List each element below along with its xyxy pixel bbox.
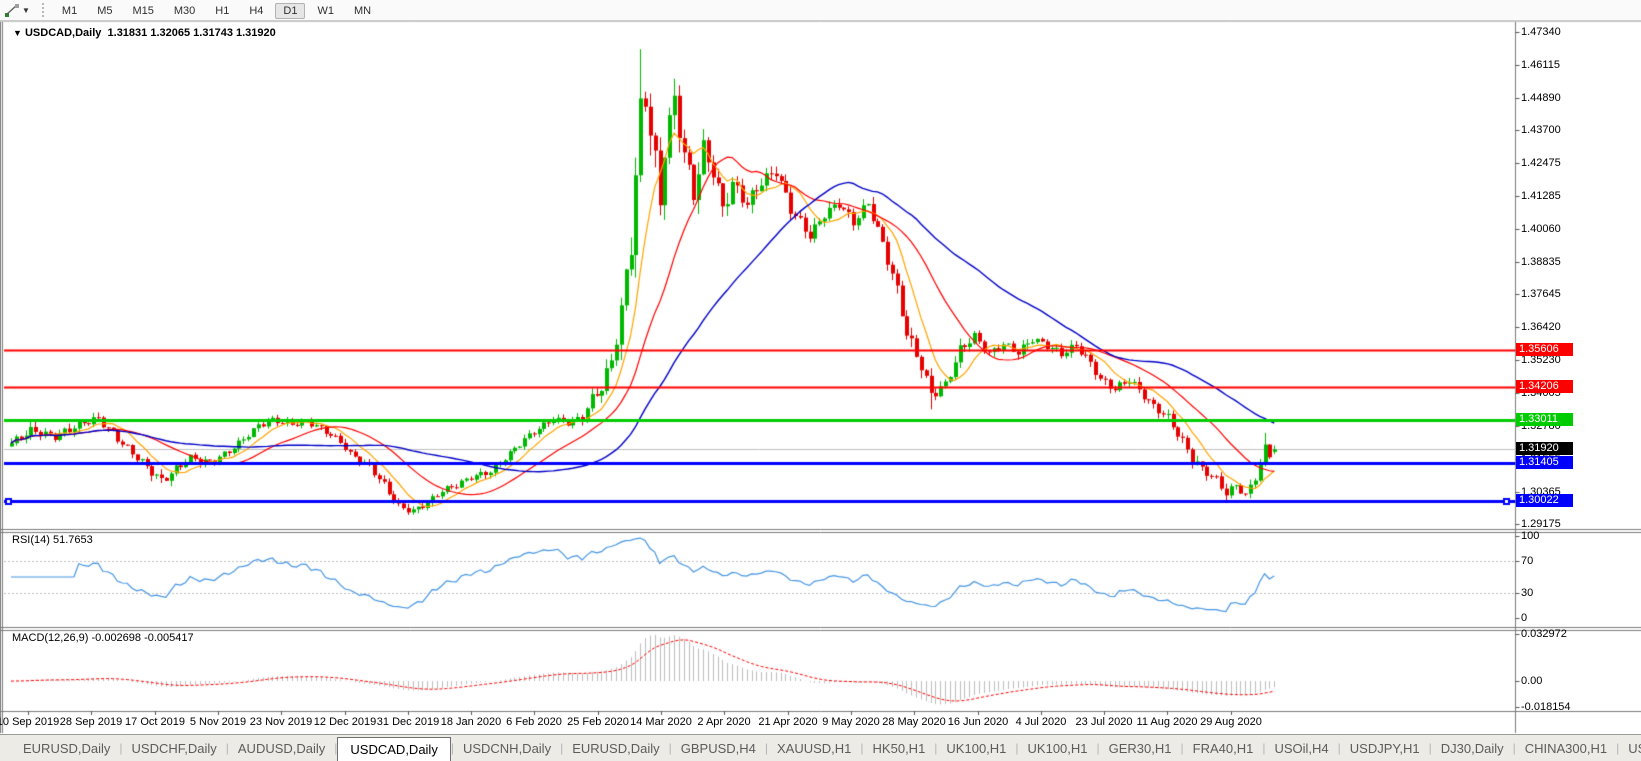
price-level-badge: 1.31405	[1516, 456, 1573, 469]
macd-value-main: -0.002698	[91, 632, 142, 644]
timeframe-button-w1[interactable]: W1	[309, 3, 342, 19]
macd-axis-tick: -0.018154	[1521, 701, 1571, 713]
symbol-tab-xauusd-7[interactable]: XAUUSD,H1	[768, 738, 860, 759]
timeframe-button-m15[interactable]: M15	[124, 3, 161, 19]
price-axis-tick: 1.29175	[1521, 518, 1561, 530]
date-axis-label: 14 Mar 2020	[630, 716, 692, 728]
symbol-ohlc-header: ▼ USDCAD,Daily 1.31831 1.32065 1.31743 1…	[13, 27, 276, 39]
date-axis-label: 17 Oct 2019	[125, 716, 185, 728]
rsi-value: 51.7653	[52, 534, 93, 546]
date-axis-label: 11 Aug 2020	[1136, 716, 1198, 728]
symbol-tab-usoil-17[interactable]: USOil,H1	[1619, 738, 1641, 759]
symbol-tab-china300-16[interactable]: CHINA300,H1	[1516, 738, 1616, 759]
ohlc-open: 1.31831	[107, 27, 148, 39]
toolbar-grip	[41, 3, 44, 17]
price-axis-tick: 1.41285	[1521, 190, 1561, 202]
price-axis-tick: 1.44890	[1521, 92, 1561, 104]
timeframe-button-mn[interactable]: MN	[346, 3, 379, 19]
date-axis-label: 5 Nov 2019	[189, 716, 247, 728]
line-studies-icon[interactable]	[3, 2, 21, 18]
macd-axis-tick: 0.00	[1521, 675, 1543, 687]
symbol-tab-ger30-11[interactable]: GER30,H1	[1100, 738, 1181, 759]
symbol-tabbar: EURUSD,Daily | USDCHF,Daily | AUDUSD,Daily | U…	[0, 734, 1641, 761]
price-axis-tick: 1.38835	[1521, 256, 1561, 268]
macd-axis-tick: 0.032972	[1521, 628, 1567, 640]
price-axis-tick: 1.40060	[1521, 223, 1561, 235]
timeframe-buttons: M1 M5 M15 M30 H1 H4 D1 W1 MN	[52, 1, 381, 19]
date-axis-label: 9 May 2020	[822, 716, 880, 728]
symbol-tab-usdcad-3[interactable]: USDCAD,Daily	[337, 736, 451, 761]
price-axis-tick: 1.37645	[1521, 288, 1561, 300]
date-axis-label: 12 Dec 2019	[313, 716, 377, 728]
symbol-tab-audusd-2[interactable]: AUDUSD,Daily	[229, 738, 334, 759]
symbol-tab-usdcnh-4[interactable]: USDCNH,Daily	[454, 738, 560, 759]
symbol-tab-dj30-15[interactable]: DJ30,Daily	[1432, 738, 1513, 759]
symbol-tab-usdchf-1[interactable]: USDCHF,Daily	[123, 738, 226, 759]
timeframe-button-d1[interactable]: D1	[275, 3, 306, 19]
timeframe-button-h4[interactable]: H4	[241, 3, 271, 19]
date-axis-label: 18 Jan 2020	[440, 716, 502, 728]
rsi-axis-tick: 30	[1521, 587, 1534, 599]
timeframe-button-m1[interactable]: M1	[54, 3, 85, 19]
date-axis-label: 28 Sep 2019	[59, 716, 123, 728]
date-axis-label: 10 Sep 2019	[0, 716, 60, 728]
symbol-name: USDCAD,Daily	[24, 27, 102, 39]
price-axis-tick: 1.36420	[1521, 321, 1561, 333]
date-axis-label: 31 Dec 2019	[376, 716, 440, 728]
date-axis-label: 6 Feb 2020	[506, 716, 562, 728]
symbol-tab-uk100-10[interactable]: UK100,H1	[1019, 738, 1097, 759]
rsi-label: RSI(14)	[12, 534, 50, 546]
symbol-tab-usoil-13[interactable]: USOil,H4	[1265, 738, 1337, 759]
ohlc-close: 1.31920	[236, 27, 276, 39]
date-axis-label: 2 Apr 2020	[697, 716, 751, 728]
rsi-axis-tick: 100	[1521, 530, 1540, 542]
symbol-tab-hk50-8[interactable]: HK50,H1	[864, 738, 935, 759]
price-level-badge: 1.34206	[1516, 380, 1573, 393]
date-axis-label: 23 Nov 2019	[249, 716, 313, 728]
tool-dropdown-caret-icon[interactable]: ▼	[22, 6, 30, 15]
price-level-badge: 1.35606	[1516, 343, 1573, 356]
date-axis-label: 23 Jul 2020	[1075, 716, 1133, 728]
symbol-tab-fra40-12[interactable]: FRA40,H1	[1184, 738, 1263, 759]
symbol-tab-usdjpy-14[interactable]: USDJPY,H1	[1341, 738, 1429, 759]
rsi-axis-tick: 70	[1521, 555, 1534, 567]
date-axis-label: 28 May 2020	[882, 716, 946, 728]
price-axis-tick: 1.42475	[1521, 157, 1561, 169]
date-axis-label: 4 Jul 2020	[1015, 716, 1067, 728]
macd-value-signal: -0.005417	[144, 632, 194, 644]
timeframe-button-m5[interactable]: M5	[89, 3, 120, 19]
date-axis-label: 16 Jun 2020	[947, 716, 1009, 728]
rsi-header: RSI(14) 51.7653	[12, 534, 93, 546]
trading-terminal: { "toolbar": { "timeframes": ["M1","M5",…	[0, 0, 1641, 761]
symbol-tab-eurusd-0[interactable]: EURUSD,Daily	[14, 738, 119, 759]
date-axis-label: 25 Feb 2020	[567, 716, 629, 728]
macd-label: MACD(12,26,9)	[12, 632, 89, 644]
price-level-badge: 1.33011	[1516, 413, 1573, 426]
symbol-tab-eurusd-5[interactable]: EURUSD,Daily	[563, 738, 668, 759]
ohlc-high: 1.32065	[150, 27, 191, 39]
ohlc-low: 1.31743	[193, 27, 233, 39]
timeframe-button-h1[interactable]: H1	[207, 3, 237, 19]
symbol-dropdown-icon[interactable]: ▼	[13, 28, 22, 38]
symbol-tab-uk100-9[interactable]: UK100,H1	[937, 738, 1015, 759]
date-axis-label: 29 Aug 2020	[1200, 716, 1262, 728]
macd-header: MACD(12,26,9) -0.002698 -0.005417	[12, 632, 194, 644]
current-price-badge: 1.31920	[1516, 442, 1573, 455]
chart-canvas[interactable]	[0, 0, 1641, 761]
rsi-axis-tick: 0	[1521, 612, 1528, 624]
timeframe-button-m30[interactable]: M30	[166, 3, 203, 19]
price-level-badge: 1.30022	[1516, 494, 1573, 507]
timeframe-toolbar: ▼ M1 M5 M15 M30 H1 H4 D1 W1 MN	[0, 0, 1641, 21]
price-axis-tick: 1.46115	[1521, 59, 1560, 71]
price-axis-tick: 1.43700	[1521, 124, 1561, 136]
price-axis-tick: 1.47340	[1521, 26, 1561, 38]
date-axis-label: 21 Apr 2020	[758, 716, 818, 728]
symbol-tab-gbpusd-6[interactable]: GBPUSD,H4	[672, 738, 765, 759]
